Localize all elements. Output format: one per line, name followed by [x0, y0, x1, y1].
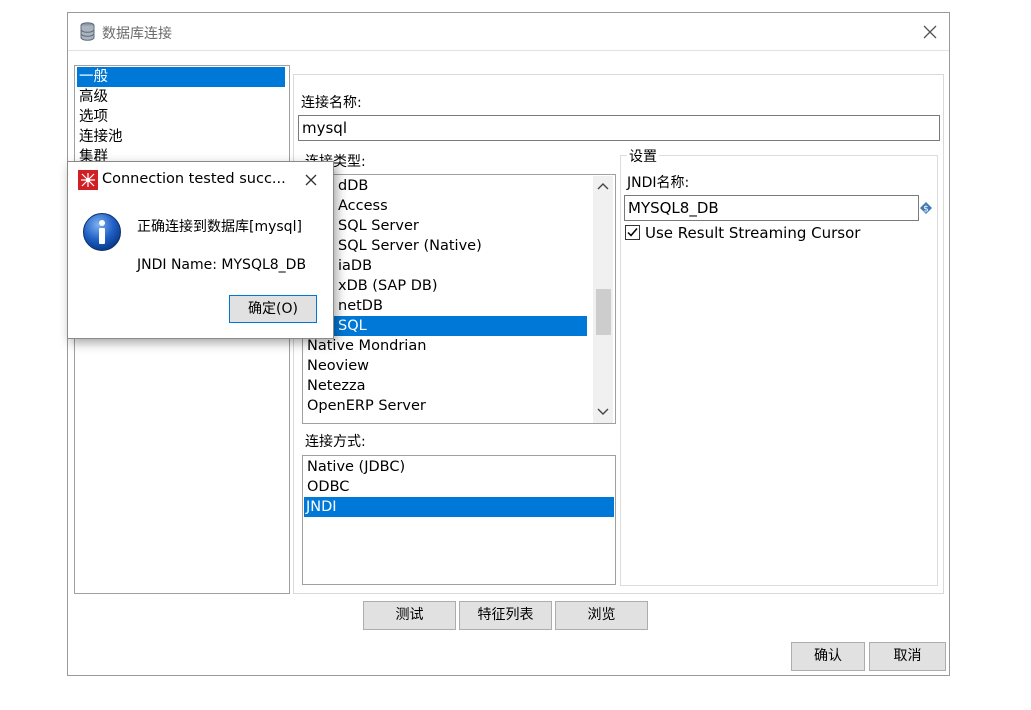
cancel-button[interactable]: 取消: [869, 642, 946, 671]
popup-message: 正确连接到数据库[mysql]: [137, 219, 302, 235]
sidebar-item-pooling[interactable]: 连接池: [77, 127, 123, 147]
access-label: 连接方式:: [305, 434, 366, 450]
chevron-up-icon[interactable]: [597, 182, 609, 190]
list-item[interactable]: OpenERP Server: [305, 396, 426, 416]
connection-test-popup: Connection tested succ... 正确连接到数据库[mysql…: [67, 161, 334, 339]
database-icon: [80, 22, 95, 41]
database-connection-window: 数据库连接 一般 高级 选项 连接池 集群 连接名称: mysql 连接类型: …: [67, 12, 950, 676]
list-item[interactable]: Native (JDBC): [305, 457, 405, 477]
list-item[interactable]: SQL Server: [336, 216, 419, 236]
explore-button[interactable]: 浏览: [555, 601, 648, 630]
connection-name-label: 连接名称:: [301, 95, 362, 111]
scroll-thumb[interactable]: [596, 289, 611, 335]
connection-type-list[interactable]: dDB Access SQL Server SQL Server (Native…: [302, 174, 616, 424]
app-icon: [78, 170, 98, 190]
window-title: 数据库连接: [102, 26, 172, 42]
popup-jndi-line: JNDI Name: MYSQL8_DB: [137, 257, 307, 273]
info-icon: [83, 213, 121, 251]
ok-button[interactable]: 确认: [791, 642, 865, 671]
list-item[interactable]: iaDB: [336, 256, 372, 276]
sidebar-item-options[interactable]: 选项: [77, 107, 108, 127]
list-item[interactable]: Access: [336, 196, 388, 216]
svg-text:$: $: [923, 205, 929, 215]
test-button[interactable]: 测试: [363, 601, 456, 630]
variable-icon[interactable]: $: [919, 201, 933, 215]
list-item[interactable]: Netezza: [305, 376, 365, 396]
access-method-list[interactable]: Native (JDBC) ODBC JNDI: [302, 455, 616, 585]
list-item[interactable]: Native Mondrian: [305, 336, 426, 356]
feature-list-button[interactable]: 特征列表: [459, 601, 552, 630]
popup-ok-button[interactable]: 确定(O): [229, 295, 317, 323]
close-icon[interactable]: [919, 21, 941, 43]
jndi-name-label: JNDI名称:: [627, 175, 690, 191]
list-item[interactable]: netDB: [336, 296, 383, 316]
sidebar-item-general[interactable]: 一般: [77, 67, 285, 87]
list-item[interactable]: Neoview: [305, 356, 369, 376]
streaming-label[interactable]: Use Result Streaming Cursor: [645, 224, 860, 242]
title-bar: 数据库连接: [68, 13, 949, 51]
list-item[interactable]: ODBC: [305, 477, 349, 497]
list-item[interactable]: xDB (SAP DB): [336, 276, 437, 296]
list-item[interactable]: SQL Server (Native): [336, 236, 482, 256]
settings-group-label: 设置: [627, 146, 659, 166]
popup-title: Connection tested succ...: [102, 171, 286, 187]
connection-name-input[interactable]: mysql: [298, 115, 940, 141]
connection-type-scrollbar[interactable]: [593, 176, 613, 423]
streaming-checkbox[interactable]: [625, 225, 640, 240]
list-item-selected[interactable]: SQL: [304, 316, 587, 336]
close-icon[interactable]: [302, 171, 320, 189]
list-item-selected[interactable]: JNDI: [304, 497, 614, 517]
chevron-down-icon[interactable]: [597, 408, 609, 416]
list-item[interactable]: dDB: [336, 176, 368, 196]
jndi-name-input[interactable]: MYSQL8_DB: [624, 195, 919, 221]
sidebar-item-advanced[interactable]: 高级: [77, 87, 108, 107]
